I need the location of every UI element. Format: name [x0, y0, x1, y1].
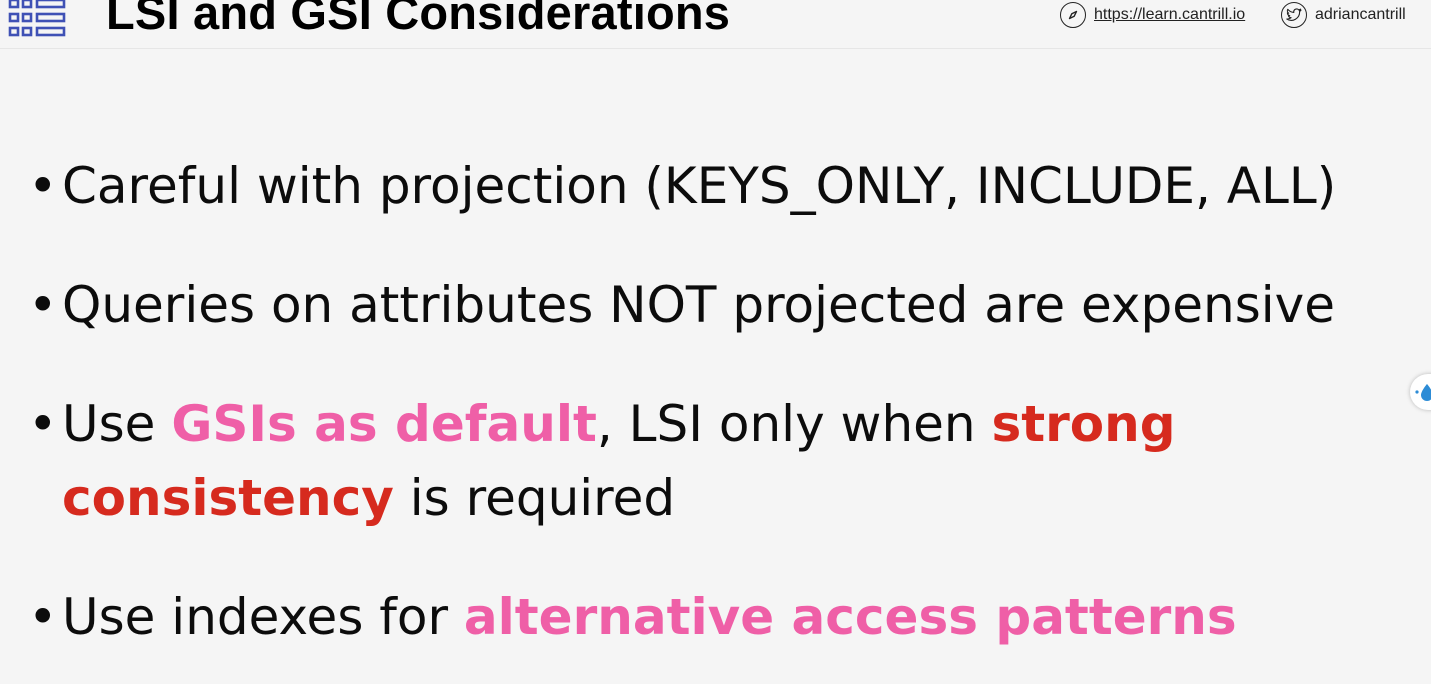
compass-icon — [1060, 2, 1086, 28]
bullet-item-indexes: •Use indexes for alternative access patt… — [28, 581, 1237, 653]
bullet-item-queries: •Queries on attributes NOT projected are… — [28, 269, 1335, 341]
emphasis-red: consistency — [62, 469, 394, 527]
bullet-segment: Careful with projection (KEYS_ONLY, INCL… — [62, 157, 1337, 215]
bullet-continuation: consistency is required — [62, 462, 675, 534]
site-link-text[interactable]: https://learn.cantrill.io — [1094, 6, 1245, 24]
bullet-segment: Use — [62, 395, 172, 453]
bullet-text: Careful with projection (KEYS_ONLY, INCL… — [62, 150, 1336, 222]
bullet-item-projection: •Careful with projection (KEYS_ONLY, INC… — [28, 150, 1336, 222]
bullet-segment: Use indexes for — [62, 588, 464, 646]
bullet-dot: • — [28, 276, 58, 334]
table-grid-icon — [8, 0, 66, 37]
bullet-text: Queries on attributes NOT projected are … — [62, 269, 1335, 341]
bullet-dot: • — [28, 395, 58, 453]
bullet-dot: • — [28, 157, 58, 215]
site-link[interactable]: https://learn.cantrill.io — [1060, 0, 1245, 30]
droplet-icon — [1415, 384, 1431, 401]
bullet-text: Use GSIs as default, LSI only when stron… — [62, 388, 1176, 460]
emphasis-pink: alternative access patterns — [463, 588, 1237, 646]
emphasis-pink: GSIs as default — [171, 395, 597, 453]
slide-title: LSI and GSI Considerations — [106, 0, 731, 39]
twitter-bird-icon — [1281, 2, 1307, 28]
bullet-segment: is required — [393, 469, 676, 527]
bullet-segment: Queries on attributes NOT projected are … — [62, 276, 1335, 334]
slide-header: LSI and GSI Considerations https://learn… — [0, 0, 1431, 49]
side-widget-button[interactable] — [1410, 374, 1431, 410]
bullet-segment: , LSI only when — [596, 395, 992, 453]
twitter-handle[interactable]: adriancantrill — [1315, 6, 1406, 24]
emphasis-red: strong — [991, 395, 1176, 453]
bullet-item-gsi-default: •Use GSIs as default, LSI only when stro… — [28, 388, 1176, 460]
bullet-text: Use indexes for alternative access patte… — [62, 581, 1237, 653]
twitter-link[interactable]: adriancantrill — [1281, 0, 1406, 30]
bullet-dot: • — [28, 588, 58, 646]
